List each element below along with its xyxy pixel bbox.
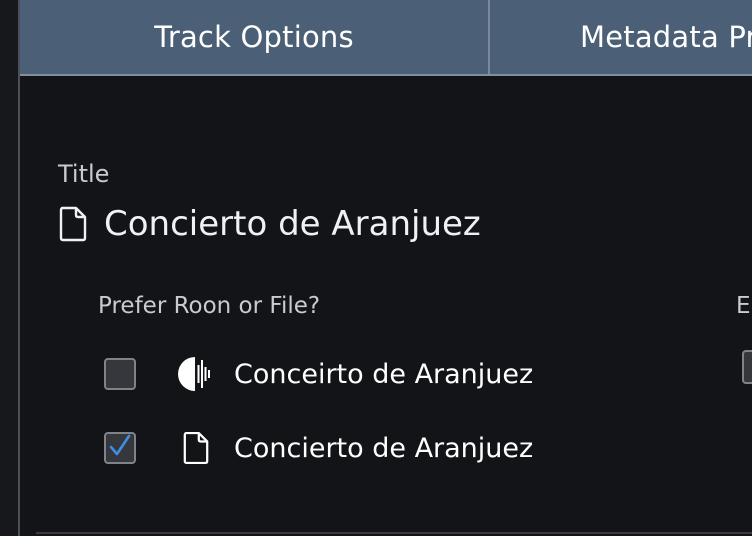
- roon-logo-icon: [178, 356, 214, 392]
- prefer-file-checkbox[interactable]: [104, 432, 136, 464]
- tab-track-options[interactable]: Track Options: [20, 0, 488, 74]
- tab-bar: Track Options Metadata Pr: [20, 0, 752, 76]
- right-column-checkbox[interactable]: [742, 350, 752, 384]
- track-title: Concierto de Aranjuez: [104, 204, 481, 244]
- section-divider: [36, 532, 752, 534]
- roon-option-text: Conceirto de Aranjuez: [234, 358, 534, 390]
- tab-metadata-preferences[interactable]: Metadata Pr: [490, 0, 752, 74]
- file-icon: [178, 430, 214, 466]
- right-column-label: E: [736, 293, 751, 319]
- title-section-label: Title: [58, 160, 110, 188]
- file-option-text: Concierto de Aranjuez: [234, 432, 534, 464]
- checkmark-icon: [107, 433, 133, 463]
- tab-label: Track Options: [154, 20, 354, 54]
- left-gutter: [0, 0, 20, 536]
- file-icon: [58, 205, 88, 243]
- prefer-roon-checkbox[interactable]: [104, 358, 136, 390]
- title-row: Concierto de Aranjuez: [58, 200, 481, 248]
- option-roon: Conceirto de Aranjuez: [104, 354, 533, 394]
- option-file: Concierto de Aranjuez: [104, 428, 533, 468]
- tab-label: Metadata Pr: [580, 20, 752, 54]
- prefer-question: Prefer Roon or File?: [98, 293, 321, 319]
